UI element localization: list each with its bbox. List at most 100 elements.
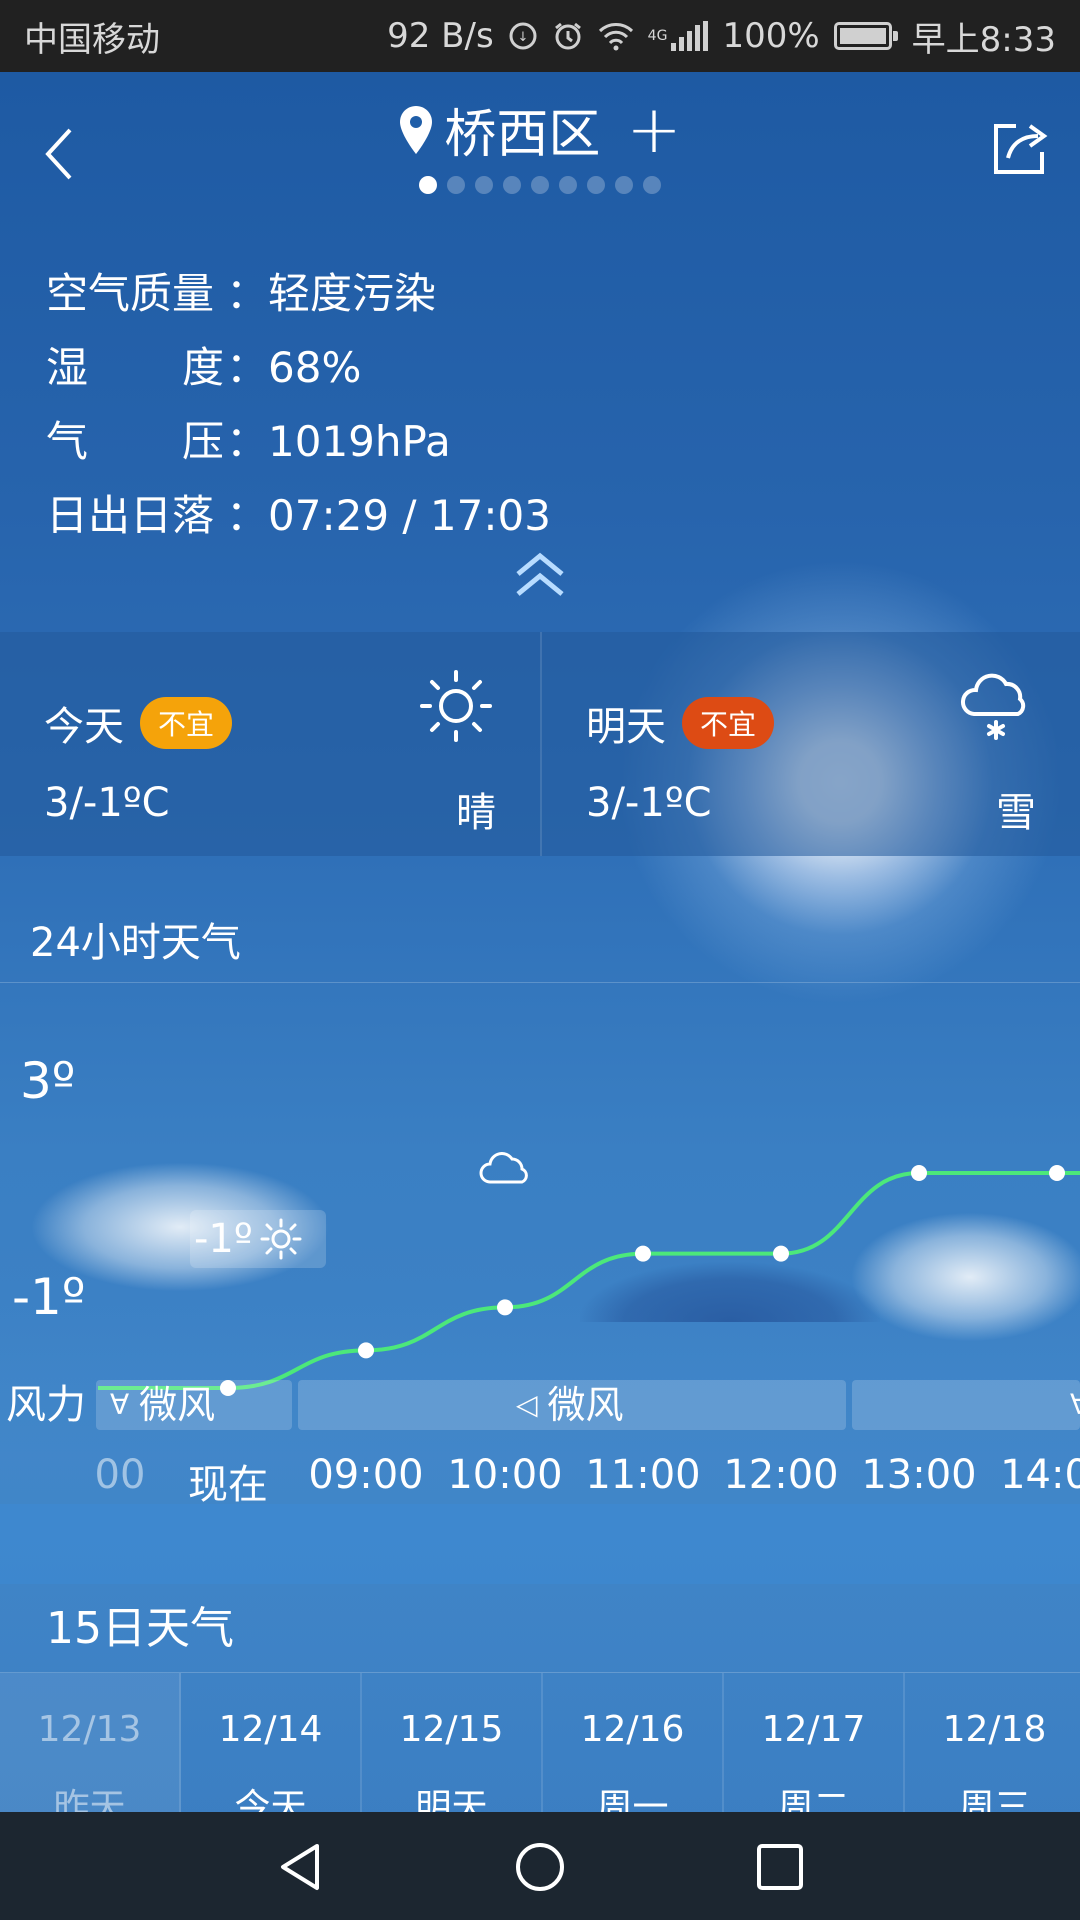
day-date: 12/17 — [761, 1709, 866, 1750]
current-temp-tag: -1º — [190, 1210, 326, 1268]
page-dot — [615, 176, 633, 194]
today-label: 今天 — [44, 704, 124, 750]
share-button[interactable] — [988, 116, 1052, 180]
day-date: 12/18 — [942, 1709, 1047, 1750]
recents-nav-button[interactable] — [755, 1842, 805, 1892]
network-type: 4G — [647, 27, 668, 44]
sun-icon — [420, 670, 492, 742]
page-dot — [587, 176, 605, 194]
today-badge: 不宜 — [140, 697, 233, 749]
page-dot — [419, 176, 437, 194]
day-column[interactable]: 12/17 周二 — [724, 1673, 905, 1812]
temp-point — [911, 1165, 927, 1181]
hour-label: 14:0 — [1000, 1452, 1080, 1498]
current-temp-value: -1º — [194, 1216, 253, 1262]
tomorrow-card[interactable]: 明天 不宜 3/-1ºC 雪 — [540, 632, 1080, 856]
pressure-value: 1019hPa — [268, 417, 451, 466]
collapse-chevron-icon[interactable] — [512, 552, 568, 600]
wind-segment: ◁ 微风 — [298, 1380, 846, 1430]
day-weekday: 周一 — [596, 1787, 669, 1812]
pressure-label-b: 压 — [181, 417, 224, 466]
day-date: 12/13 — [37, 1709, 142, 1750]
main-panel: 桥西区 + 空气质量： 轻度污染 湿度： 68% 气压： 1019hPa 日出日… — [0, 72, 1080, 1812]
hourly-times: 00 现在 09:00 10:00 11:00 12:00 13:00 14:0 — [0, 1452, 1080, 1512]
day-date: 12/14 — [218, 1709, 323, 1750]
battery-icon — [833, 22, 898, 50]
carrier-label: 中国移动 — [24, 19, 160, 60]
tomorrow-badge: 不宜 — [682, 697, 775, 749]
location-bar: 桥西区 + — [0, 92, 1080, 169]
wind-segment: ∀ — [852, 1380, 1080, 1430]
back-nav-button[interactable] — [275, 1842, 325, 1892]
status-bar: 中国移动 92 B/s ↓ 4G 100% 早上8:33 — [0, 0, 1080, 72]
tomorrow-label: 明天 — [586, 704, 666, 750]
wind-direction-icon: ∀ — [1070, 1388, 1080, 1421]
temp-point — [635, 1245, 651, 1262]
wind-segment: ∀ 微风 — [96, 1380, 292, 1430]
wind-direction-icon: ◁ — [516, 1388, 538, 1421]
signal-icon — [671, 21, 709, 51]
page-dot — [447, 176, 465, 194]
cloud-icon — [479, 1152, 528, 1184]
humidity-row: 湿 度： 68% — [46, 331, 551, 405]
day-weekday: 周三 — [958, 1787, 1031, 1812]
day-column[interactable]: 12/18 周三 — [905, 1673, 1080, 1812]
temp-point — [773, 1245, 789, 1262]
pressure-label-a: 气 — [46, 417, 89, 466]
humidity-value: 68% — [268, 343, 362, 392]
temp-point — [358, 1342, 374, 1359]
daily-title: 15日天气 — [46, 1603, 234, 1654]
battery-percent: 100% — [722, 16, 820, 56]
hour-label: 00 — [94, 1452, 146, 1498]
wind-text: 微风 — [139, 1383, 216, 1427]
hourly-temp-chart[interactable] — [0, 1032, 1080, 1432]
alarm-icon — [554, 22, 581, 50]
day-summary: 今天 不宜 3/-1ºC 晴 明天 不宜 3/-1ºC 雪 — [0, 632, 1080, 856]
day-column[interactable]: 12/13 昨天 — [0, 1673, 181, 1812]
temp-point — [497, 1299, 513, 1316]
temp-line — [98, 1171, 1080, 1390]
add-city-button[interactable]: + — [626, 96, 681, 163]
sunrise-value: 07:29 / 17:03 — [268, 491, 551, 540]
location-pin-icon — [400, 105, 433, 154]
colon: ： — [225, 417, 268, 466]
snow-cloud-icon — [961, 673, 1026, 740]
pressure-row: 气 压： 1019hPa — [46, 405, 551, 479]
tomorrow-condition: 雪 — [996, 790, 1036, 836]
today-card[interactable]: 今天 不宜 3/-1ºC 晴 — [0, 632, 540, 856]
hourly-title: 24小时天气 — [30, 920, 241, 966]
wind-row: 风力 ∀ 微风 ◁ 微风 ∀ — [0, 1380, 1080, 1430]
today-temp: 3/-1ºC — [44, 780, 170, 826]
page-dot — [503, 176, 521, 194]
svg-text:↓: ↓ — [517, 30, 528, 45]
temp-point — [1049, 1165, 1065, 1181]
page-dot — [559, 176, 577, 194]
colon: ： — [225, 343, 268, 392]
wifi-icon — [598, 23, 633, 51]
day-weekday: 今天 — [234, 1787, 307, 1812]
clock: 早上8:33 — [911, 19, 1056, 60]
day-column[interactable]: 12/16 周一 — [543, 1673, 724, 1812]
sun-icon — [260, 1218, 302, 1260]
day-weekday: 昨天 — [53, 1787, 126, 1812]
divider — [0, 982, 1080, 983]
page-dot — [643, 176, 661, 194]
air-quality-value: 轻度污染 — [268, 269, 437, 318]
day-date: 12/16 — [580, 1709, 685, 1750]
humidity-label-a: 湿 — [46, 343, 89, 392]
hour-label: 10:00 — [447, 1452, 563, 1498]
home-nav-button[interactable] — [515, 1842, 565, 1892]
page-dot — [475, 176, 493, 194]
daily-forecast-row[interactable]: 12/13 昨天 12/14 今天 12/15 明天 12/16 周一 12/17 周二 12/18… — [0, 1673, 1080, 1812]
navigation-bar — [0, 1812, 1080, 1920]
hour-label: 13:00 — [861, 1452, 977, 1498]
location-name[interactable]: 桥西区 — [444, 92, 600, 167]
day-column[interactable]: 12/14 今天 — [181, 1673, 362, 1812]
data-saver-icon: ↓ — [509, 22, 537, 50]
day-weekday: 周二 — [777, 1787, 850, 1812]
day-column[interactable]: 12/15 明天 — [362, 1673, 543, 1812]
hour-label: 现在 — [188, 1462, 268, 1508]
header: 桥西区 + — [0, 72, 1080, 222]
page-indicator — [0, 176, 1080, 194]
air-quality-label: 空气质量 — [46, 269, 215, 318]
